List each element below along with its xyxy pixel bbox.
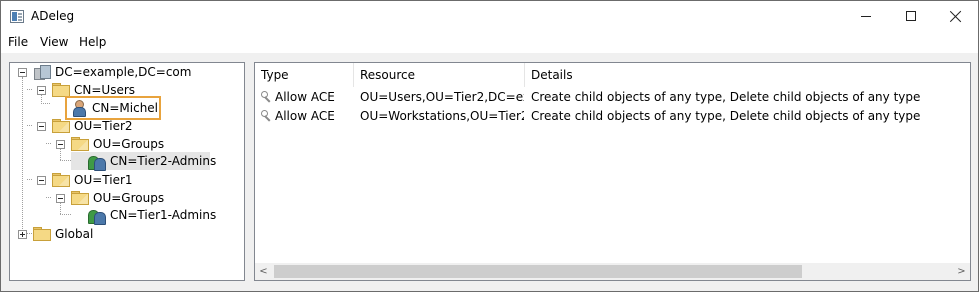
ou-folder-icon: [52, 173, 70, 187]
window-title: ADeleg: [31, 9, 75, 23]
ace-type: Allow ACE: [275, 109, 335, 123]
tree-connector: [60, 160, 71, 161]
maximize-button[interactable]: [888, 1, 934, 32]
tree-node-label: OU=Groups: [93, 137, 165, 151]
scroll-left-arrow[interactable]: <: [255, 263, 272, 280]
ace-row[interactable]: Allow ACE OU=Workstations,OU=Tier2,... C…: [255, 106, 970, 126]
close-icon: [950, 10, 962, 22]
menu-help[interactable]: Help: [78, 35, 107, 49]
key-icon: [261, 110, 272, 121]
ou-folder-icon: [71, 137, 89, 151]
maximize-icon: [906, 11, 916, 21]
tree-node-users[interactable]: CN=Users: [10, 81, 244, 99]
ace-type-cell: Allow ACE: [255, 87, 353, 107]
tree-node-label: Global: [55, 227, 94, 241]
tree-node-label: CN=Tier2-Admins: [110, 154, 217, 168]
ace-list-view[interactable]: Type Resource Details Allow ACE OU=Users…: [254, 62, 971, 281]
ace-type: Allow ACE: [275, 90, 335, 104]
menu-file[interactable]: File: [7, 35, 29, 49]
tree-node-domain[interactable]: DC=example,DC=com: [10, 63, 244, 81]
column-header-resource[interactable]: Resource: [354, 63, 524, 87]
tree-node-tier2-admins[interactable]: CN=Tier2-Admins: [71, 152, 216, 171]
horizontal-scrollbar[interactable]: < >: [255, 263, 970, 280]
collapse-icon[interactable]: [56, 194, 65, 203]
minimize-button[interactable]: [843, 1, 889, 32]
menu-view[interactable]: View: [39, 35, 69, 49]
ou-folder-icon: [52, 119, 70, 133]
column-header-details[interactable]: Details: [525, 63, 965, 87]
group-icon: [87, 207, 106, 225]
ace-type-cell: Allow ACE: [255, 106, 353, 126]
folder-icon: [33, 227, 51, 241]
tree-node-label: DC=example,DC=com: [55, 65, 192, 79]
key-icon: [261, 91, 272, 102]
ace-row[interactable]: Allow ACE OU=Users,OU=Tier2,DC=exa... Cr…: [255, 87, 970, 107]
scroll-right-arrow[interactable]: >: [953, 263, 970, 280]
tree-node-tier1-admins[interactable]: CN=Tier1-Admins: [71, 206, 216, 225]
tree-node-tier2[interactable]: OU=Tier2: [10, 117, 244, 135]
tree-node-tier2-groups[interactable]: OU=Groups: [10, 135, 244, 153]
close-button[interactable]: [933, 1, 979, 32]
tree-connector: [60, 214, 71, 215]
collapse-icon[interactable]: [56, 140, 65, 149]
collapse-icon[interactable]: [37, 176, 46, 185]
folder-icon: [52, 83, 70, 97]
collapse-icon[interactable]: [37, 86, 46, 95]
tree-node-label: OU=Tier1: [74, 173, 133, 187]
tree-node-label: CN=Michel: [92, 101, 159, 115]
expand-icon[interactable]: [18, 230, 27, 239]
ace-resource: OU=Workstations,OU=Tier2,...: [360, 109, 524, 123]
user-icon: [71, 100, 86, 117]
tree-node-label: OU=Groups: [93, 191, 165, 205]
menu-bar: File View Help: [1, 32, 978, 53]
tree-connector: [41, 103, 50, 104]
collapse-icon[interactable]: [37, 122, 46, 131]
tree-node-tier1-groups[interactable]: OU=Groups: [10, 189, 244, 207]
app-icon: [10, 10, 24, 23]
tree-node-tier1[interactable]: OU=Tier1: [10, 171, 244, 189]
tree-connector: [22, 77, 23, 233]
tree-node-label: OU=Tier2: [74, 119, 133, 133]
ace-details: Create child objects of any type, Delete…: [531, 90, 921, 104]
ace-resource: OU=Users,OU=Tier2,DC=exa...: [360, 90, 524, 104]
tree-view[interactable]: DC=example,DC=com CN=Users CN=Michel OU=…: [9, 62, 245, 281]
column-header-type[interactable]: Type: [255, 63, 353, 87]
tree-node-global[interactable]: Global: [10, 225, 244, 243]
tree-node-michel[interactable]: CN=Michel: [65, 96, 161, 120]
domain-icon: [33, 64, 51, 80]
scrollbar-thumb[interactable]: [274, 265, 802, 278]
adeleg-window: ADeleg File View Help DC=example,DC=com: [0, 0, 979, 292]
minimize-icon: [861, 16, 871, 17]
collapse-icon[interactable]: [18, 68, 27, 77]
tree-node-label: CN=Tier1-Admins: [110, 208, 217, 222]
tree-node-label: CN=Users: [74, 83, 136, 97]
title-bar[interactable]: ADeleg: [1, 1, 978, 32]
group-icon: [87, 153, 106, 171]
ace-details: Create child objects of any type, Delete…: [531, 109, 921, 123]
ou-folder-icon: [71, 191, 89, 205]
